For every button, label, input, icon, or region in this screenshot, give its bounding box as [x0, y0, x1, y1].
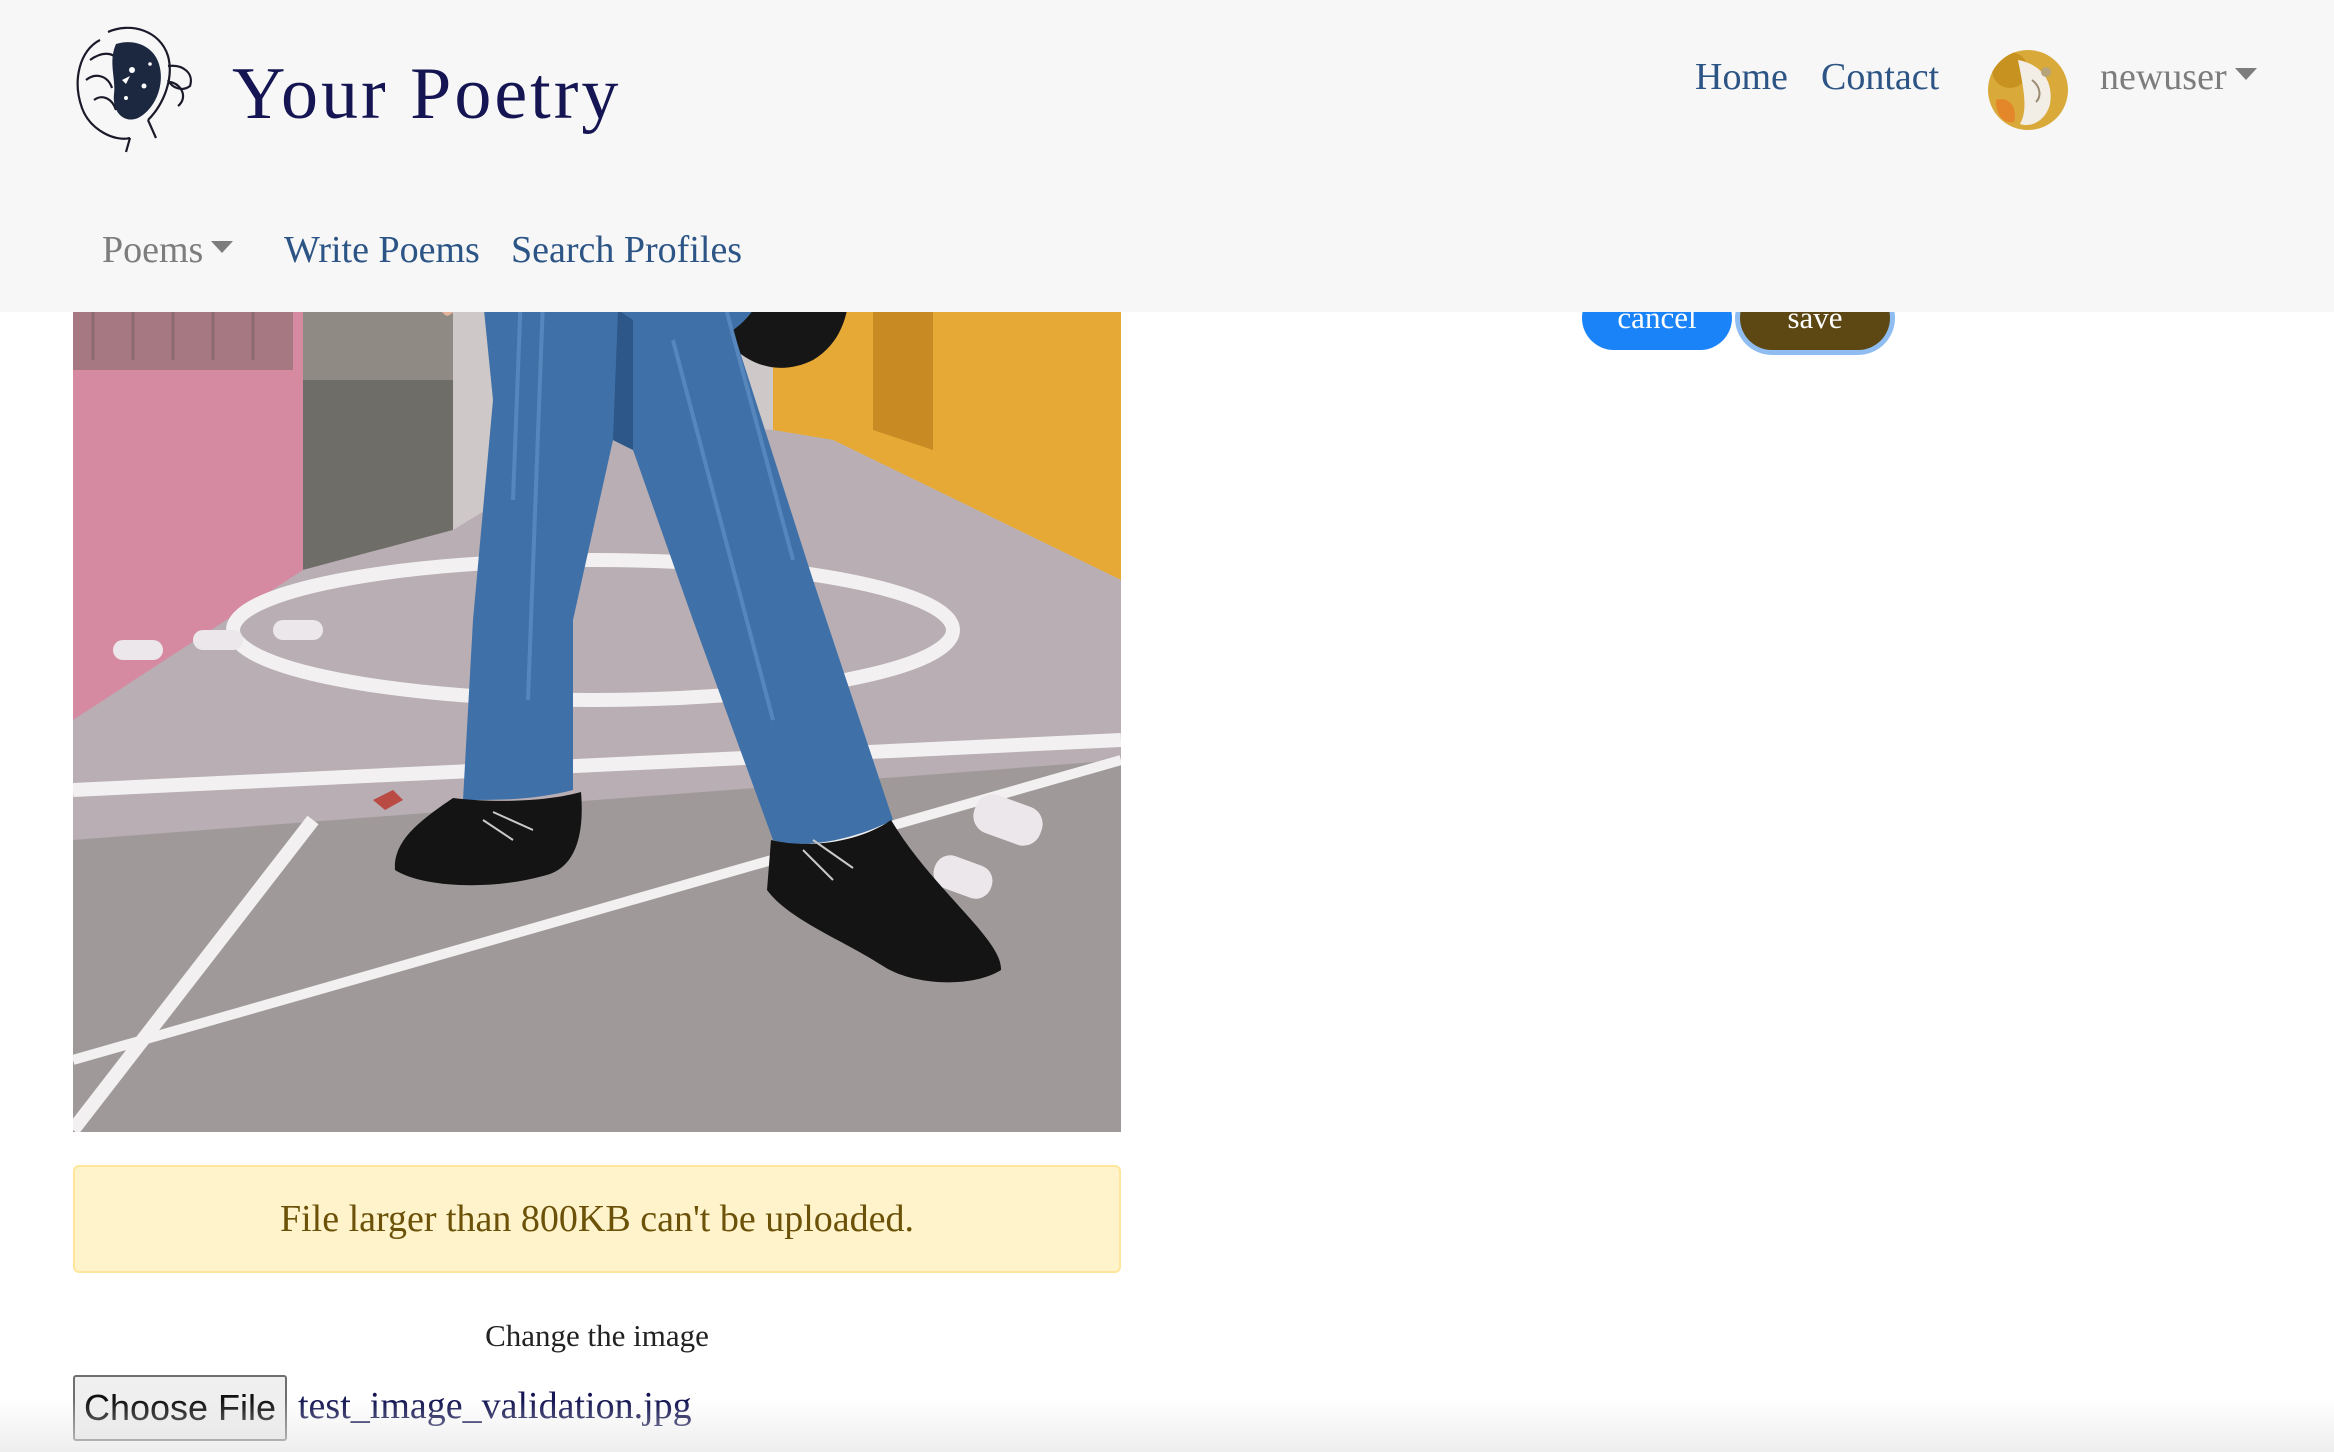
- chevron-down-icon: [2234, 68, 2257, 81]
- brand-title[interactable]: Your Poetry: [232, 52, 621, 137]
- selected-file-name: test_image_validation.jpg: [298, 1385, 692, 1427]
- cancel-button[interactable]: cancel: [1582, 312, 1732, 350]
- form-actions: cancel save: [1560, 312, 1920, 372]
- nav-contact-link[interactable]: Contact: [1821, 55, 1939, 99]
- nav-write-poems-link[interactable]: Write Poems: [284, 228, 480, 272]
- profile-image-preview: [73, 200, 1121, 1132]
- poems-dropdown[interactable]: Poems: [102, 228, 234, 272]
- poems-label: Poems: [102, 229, 204, 271]
- save-button[interactable]: save: [1740, 312, 1890, 350]
- nav-home-link[interactable]: Home: [1695, 55, 1788, 99]
- user-avatar[interactable]: [1988, 50, 2068, 130]
- username-label: newuser: [2100, 56, 2227, 98]
- navbar: Your Poetry Home Contact newuser Poems W…: [0, 0, 2334, 312]
- choose-file-button[interactable]: Choose File: [73, 1375, 287, 1441]
- file-size-warning-alert: File larger than 800KB can't be uploaded…: [73, 1165, 1121, 1273]
- nav-search-profiles-link[interactable]: Search Profiles: [511, 228, 742, 272]
- page: Your Poetry Home Contact newuser Poems W…: [0, 0, 2334, 1452]
- user-dropdown[interactable]: newuser: [2100, 55, 2257, 99]
- chevron-down-icon: [211, 241, 234, 254]
- poet-face-illustration-icon[interactable]: [60, 20, 200, 155]
- change-image-label: Change the image: [485, 1318, 709, 1353]
